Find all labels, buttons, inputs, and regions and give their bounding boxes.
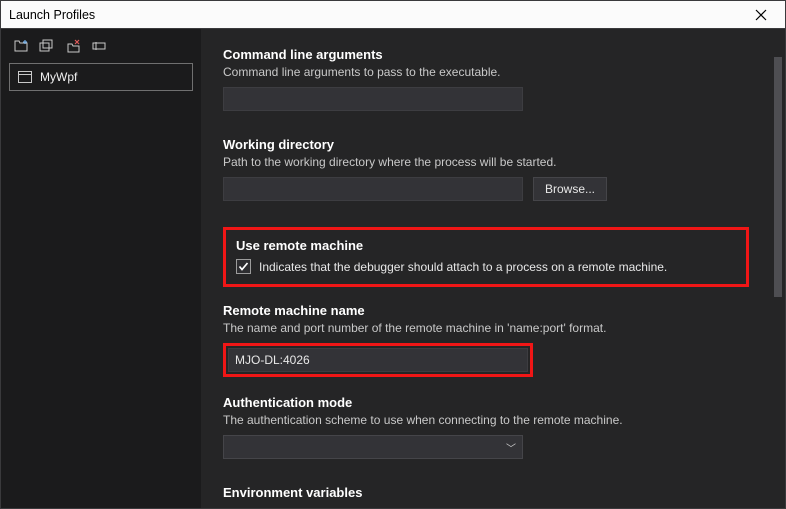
cmdargs-desc: Command line arguments to pass to the ex…: [223, 65, 749, 79]
section-command-line-args: Command line arguments Command line argu…: [223, 47, 749, 111]
auth-desc: The authentication scheme to use when co…: [223, 413, 749, 427]
section-authentication-mode: Authentication mode The authentication s…: [223, 395, 749, 459]
chevron-down-icon: ﹀: [506, 440, 516, 455]
authentication-mode-select[interactable]: ﹀: [223, 435, 523, 459]
remote-machine-name-highlight: [223, 343, 533, 377]
duplicate-icon: [39, 39, 55, 53]
section-working-directory: Working directory Path to the working di…: [223, 137, 749, 201]
scrollbar[interactable]: [774, 47, 782, 367]
use-remote-machine-highlight: Use remote machine Indicates that the de…: [223, 227, 749, 287]
remotename-desc: The name and port number of the remote m…: [223, 321, 749, 335]
working-directory-input[interactable]: [223, 177, 523, 201]
app-icon: [18, 71, 32, 83]
checkmark-icon: [238, 261, 249, 272]
new-profile-icon: [13, 39, 29, 53]
rename-profile-button[interactable]: [91, 39, 107, 53]
section-environment-variables: Environment variables: [223, 485, 749, 500]
workdir-desc: Path to the working directory where the …: [223, 155, 749, 169]
close-button[interactable]: [743, 1, 779, 28]
auth-title: Authentication mode: [223, 395, 749, 410]
delete-icon: [65, 39, 81, 53]
duplicate-profile-button[interactable]: [39, 39, 55, 53]
settings-panel: Command line arguments Command line argu…: [201, 29, 785, 508]
profile-item-mywpf[interactable]: MyWpf: [9, 63, 193, 91]
use-remote-machine-checkbox[interactable]: [236, 259, 251, 274]
command-line-arguments-input[interactable]: [223, 87, 523, 111]
sidebar: MyWpf: [1, 29, 201, 508]
scrollbar-thumb[interactable]: [774, 57, 782, 297]
close-icon: [755, 9, 767, 21]
dialog-body: MyWpf Command line arguments Command lin…: [1, 29, 785, 508]
remote-machine-name-input[interactable]: [228, 348, 528, 372]
new-profile-button[interactable]: [13, 39, 29, 53]
envvars-title: Environment variables: [223, 485, 749, 500]
workdir-title: Working directory: [223, 137, 749, 152]
profile-item-label: MyWpf: [40, 70, 77, 84]
remote-title: Use remote machine: [236, 238, 736, 253]
delete-profile-button[interactable]: [65, 39, 81, 53]
window-title: Launch Profiles: [9, 8, 743, 22]
titlebar: Launch Profiles: [1, 1, 785, 29]
remote-desc: Indicates that the debugger should attac…: [259, 260, 667, 274]
sidebar-toolbar: [9, 37, 193, 55]
section-remote-machine-name: Remote machine name The name and port nu…: [223, 303, 749, 377]
launch-profiles-dialog: Launch Profiles: [0, 0, 786, 509]
browse-button[interactable]: Browse...: [533, 177, 607, 201]
rename-icon: [91, 39, 107, 53]
cmdargs-title: Command line arguments: [223, 47, 749, 62]
remotename-title: Remote machine name: [223, 303, 749, 318]
settings-scroll: Command line arguments Command line argu…: [201, 29, 771, 508]
